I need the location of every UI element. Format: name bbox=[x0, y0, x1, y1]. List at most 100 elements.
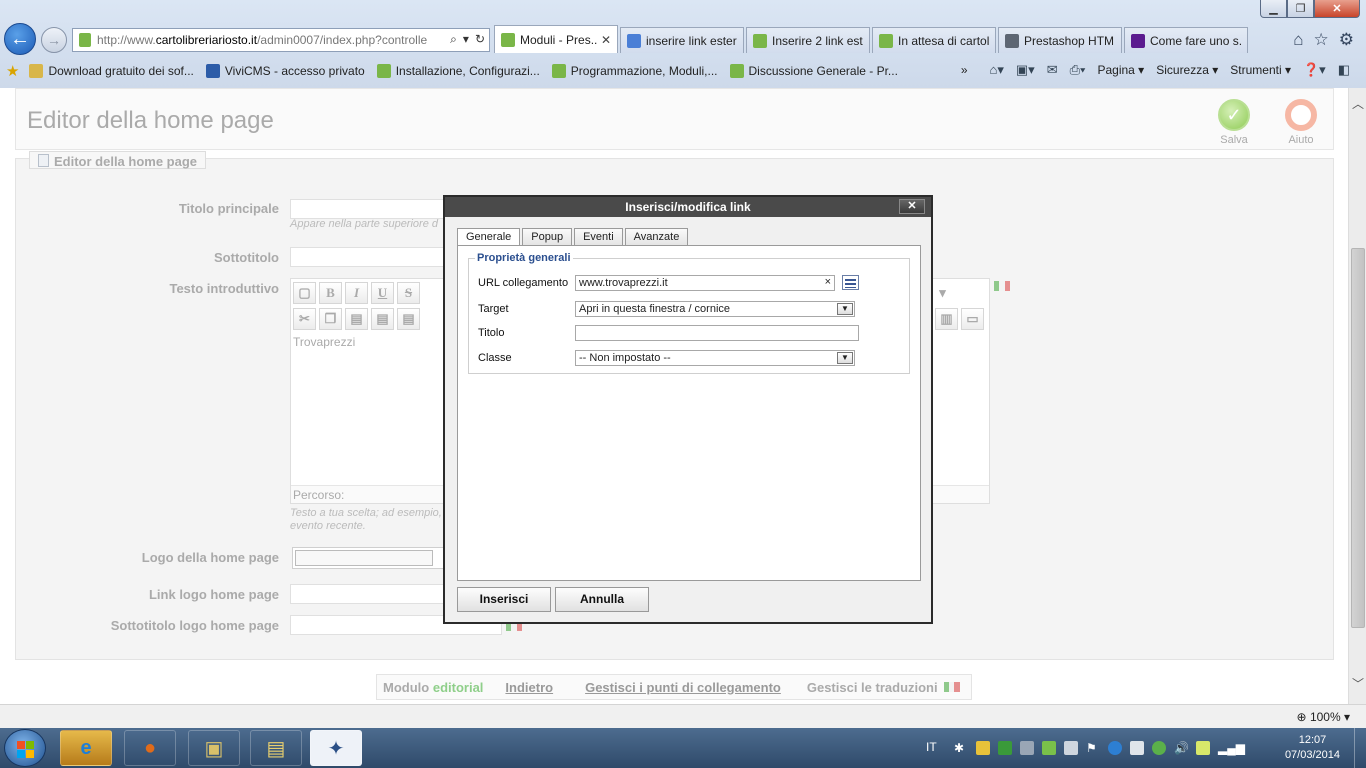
help-button[interactable]: Aiuto bbox=[1276, 99, 1326, 146]
clear-icon[interactable]: × bbox=[825, 276, 831, 288]
cut-icon[interactable]: ✂ bbox=[293, 308, 316, 330]
paste-text-icon[interactable]: ▤ bbox=[371, 308, 394, 330]
insert-button[interactable]: Inserisci bbox=[457, 587, 551, 612]
network-signal-icon[interactable]: ▂▄▆ bbox=[1218, 741, 1245, 755]
mail-icon[interactable]: ✉ bbox=[1047, 62, 1058, 78]
minimize-button[interactable]: ▁ bbox=[1260, 0, 1287, 18]
volume-icon[interactable]: 🔊 bbox=[1174, 741, 1189, 755]
security-menu[interactable]: Sicurezza ▾ bbox=[1156, 63, 1218, 77]
show-desktop-button[interactable] bbox=[1354, 728, 1366, 768]
favorites-star-icon[interactable]: ★ bbox=[0, 62, 23, 80]
tray-app-icon[interactable] bbox=[998, 741, 1012, 755]
logo-file-input[interactable] bbox=[292, 547, 452, 569]
start-button[interactable] bbox=[4, 729, 46, 767]
italic-button[interactable]: I bbox=[345, 282, 368, 304]
more-favorites-chevron[interactable]: » bbox=[961, 63, 968, 77]
tray-app-icon[interactable] bbox=[976, 741, 990, 755]
scroll-down-icon[interactable]: ﹀ bbox=[1349, 674, 1366, 692]
back-button[interactable]: ← bbox=[4, 23, 36, 55]
paste-icon[interactable]: ▤ bbox=[345, 308, 368, 330]
safely-remove-icon[interactable] bbox=[1064, 741, 1078, 755]
dialog-tab-popup[interactable]: Popup bbox=[522, 228, 573, 246]
refresh-icon[interactable]: ↻ bbox=[475, 32, 485, 47]
dialog-tab-avanzate[interactable]: Avanzate bbox=[624, 228, 689, 246]
dialog-titlebar[interactable]: Inserisci/modifica link ✕ bbox=[445, 197, 931, 217]
logo-link-input[interactable] bbox=[290, 584, 450, 604]
subtitle-input[interactable] bbox=[290, 247, 450, 267]
settings-gear-icon[interactable]: ⚙ bbox=[1339, 30, 1354, 50]
home-page-icon[interactable]: ⌂▾ bbox=[990, 62, 1004, 78]
template-icon[interactable]: ▭ bbox=[961, 308, 984, 330]
manage-hooks-link[interactable]: Gestisci i punti di collegamento bbox=[585, 680, 781, 695]
target-select[interactable]: Apri in questa finestra / cornice ▼ bbox=[575, 301, 855, 317]
home-icon[interactable]: ⌂ bbox=[1293, 30, 1303, 50]
underline-button[interactable]: U bbox=[371, 282, 394, 304]
favorite-link[interactable]: Download gratuito dei sof... bbox=[23, 64, 199, 78]
power-icon[interactable] bbox=[1130, 741, 1144, 755]
help-icon[interactable]: ❓▾ bbox=[1303, 62, 1326, 78]
page-menu[interactable]: Pagina ▾ bbox=[1097, 63, 1144, 77]
url-input[interactable]: www.trovaprezzi.it × bbox=[575, 275, 835, 291]
title-input[interactable] bbox=[575, 325, 859, 341]
class-select[interactable]: -- Non impostato -- ▼ bbox=[575, 350, 855, 366]
tools-menu[interactable]: Strumenti ▾ bbox=[1230, 63, 1291, 77]
search-icon[interactable]: ⌕ bbox=[450, 32, 457, 47]
mail-app-icon[interactable]: ▣ bbox=[188, 730, 240, 766]
editor-content[interactable]: Trovaprezzi bbox=[293, 335, 355, 349]
tray-app-icon[interactable] bbox=[1152, 741, 1166, 755]
print-icon[interactable]: ⎙▾ bbox=[1070, 62, 1086, 78]
file-explorer-icon[interactable]: ▤ bbox=[250, 730, 302, 766]
paste-word-icon[interactable]: ▤ bbox=[397, 308, 420, 330]
zoom-control[interactable]: ⊕ 100% ▾ bbox=[1297, 710, 1350, 724]
tray-app-icon[interactable] bbox=[1042, 741, 1056, 755]
action-center-flag-icon[interactable]: ⚑ bbox=[1086, 741, 1100, 755]
browser-tab[interactable]: In attesa di cartol... bbox=[872, 27, 996, 53]
main-title-input[interactable] bbox=[290, 199, 450, 219]
dialog-close-button[interactable]: ✕ bbox=[899, 199, 925, 214]
internet-explorer-icon[interactable]: e bbox=[60, 730, 112, 766]
back-link[interactable]: Indietro bbox=[505, 680, 553, 695]
maximize-button[interactable]: ❐ bbox=[1287, 0, 1314, 18]
scroll-up-icon[interactable]: ︿ bbox=[1349, 94, 1366, 112]
address-bar[interactable]: http://www. cartolibreriariosto.it/admin0… bbox=[72, 28, 490, 52]
language-flag-icon[interactable] bbox=[994, 281, 1010, 291]
strikethrough-button[interactable]: S bbox=[397, 282, 420, 304]
cancel-button[interactable]: Annulla bbox=[555, 587, 649, 612]
new-document-icon[interactable]: ▢ bbox=[293, 282, 316, 304]
close-window-button[interactable]: ✕ bbox=[1314, 0, 1360, 18]
browser-tab[interactable]: Prestashop HTM... bbox=[998, 27, 1122, 53]
page-scrollbar[interactable]: ︿ ﹀ bbox=[1348, 88, 1366, 704]
tab-close-icon[interactable]: ✕ bbox=[597, 33, 611, 47]
browser-tab[interactable]: Come fare uno s... bbox=[1124, 27, 1248, 53]
favorites-star-icon[interactable]: ☆ bbox=[1314, 30, 1329, 50]
favorite-link[interactable]: Programmazione, Moduli,... bbox=[546, 64, 724, 78]
browser-tab[interactable]: Inserire 2 link est... bbox=[746, 27, 870, 53]
favorite-label: Installazione, Configurazi... bbox=[395, 64, 540, 78]
clock[interactable]: 12:07 07/03/2014 bbox=[1285, 733, 1340, 763]
favorite-link[interactable]: Installazione, Configurazi... bbox=[371, 64, 546, 78]
scrollbar-thumb[interactable] bbox=[1351, 248, 1365, 628]
browse-icon[interactable] bbox=[842, 275, 859, 290]
dropdown-arrow-icon[interactable]: ▾ bbox=[463, 32, 469, 47]
browser-tab[interactable]: Moduli - Pres... ✕ bbox=[494, 25, 618, 53]
tray-app-icon[interactable] bbox=[1196, 741, 1210, 755]
dialog-tab-eventi[interactable]: Eventi bbox=[574, 228, 623, 246]
save-button[interactable]: ✓ Salva bbox=[1209, 99, 1259, 146]
remote-assistance-icon[interactable]: ✦ bbox=[310, 730, 362, 766]
monitor-icon[interactable] bbox=[1020, 741, 1034, 755]
favorite-link[interactable]: Discussione Generale - Pr... bbox=[724, 64, 904, 78]
research-icon[interactable]: ◧ bbox=[1338, 62, 1350, 78]
font-select-arrow-icon[interactable]: ▾ bbox=[931, 282, 954, 304]
rss-feed-icon[interactable]: ▣▾ bbox=[1016, 62, 1035, 78]
copy-icon[interactable]: ❐ bbox=[319, 308, 342, 330]
table-icon[interactable]: ▥ bbox=[935, 308, 958, 330]
firefox-icon[interactable]: ● bbox=[124, 730, 176, 766]
bold-button[interactable]: B bbox=[319, 282, 342, 304]
forward-button[interactable]: → bbox=[41, 27, 67, 53]
tray-app-icon[interactable] bbox=[1108, 741, 1122, 755]
language-indicator[interactable]: IT bbox=[926, 740, 937, 754]
favorite-link[interactable]: ViviCMS - accesso privato bbox=[200, 64, 371, 78]
manage-translations[interactable]: Gestisci le traduzioni bbox=[807, 680, 960, 695]
browser-tab[interactable]: inserire link ester... bbox=[620, 27, 744, 53]
bluetooth-icon[interactable]: ✱ bbox=[954, 741, 968, 755]
